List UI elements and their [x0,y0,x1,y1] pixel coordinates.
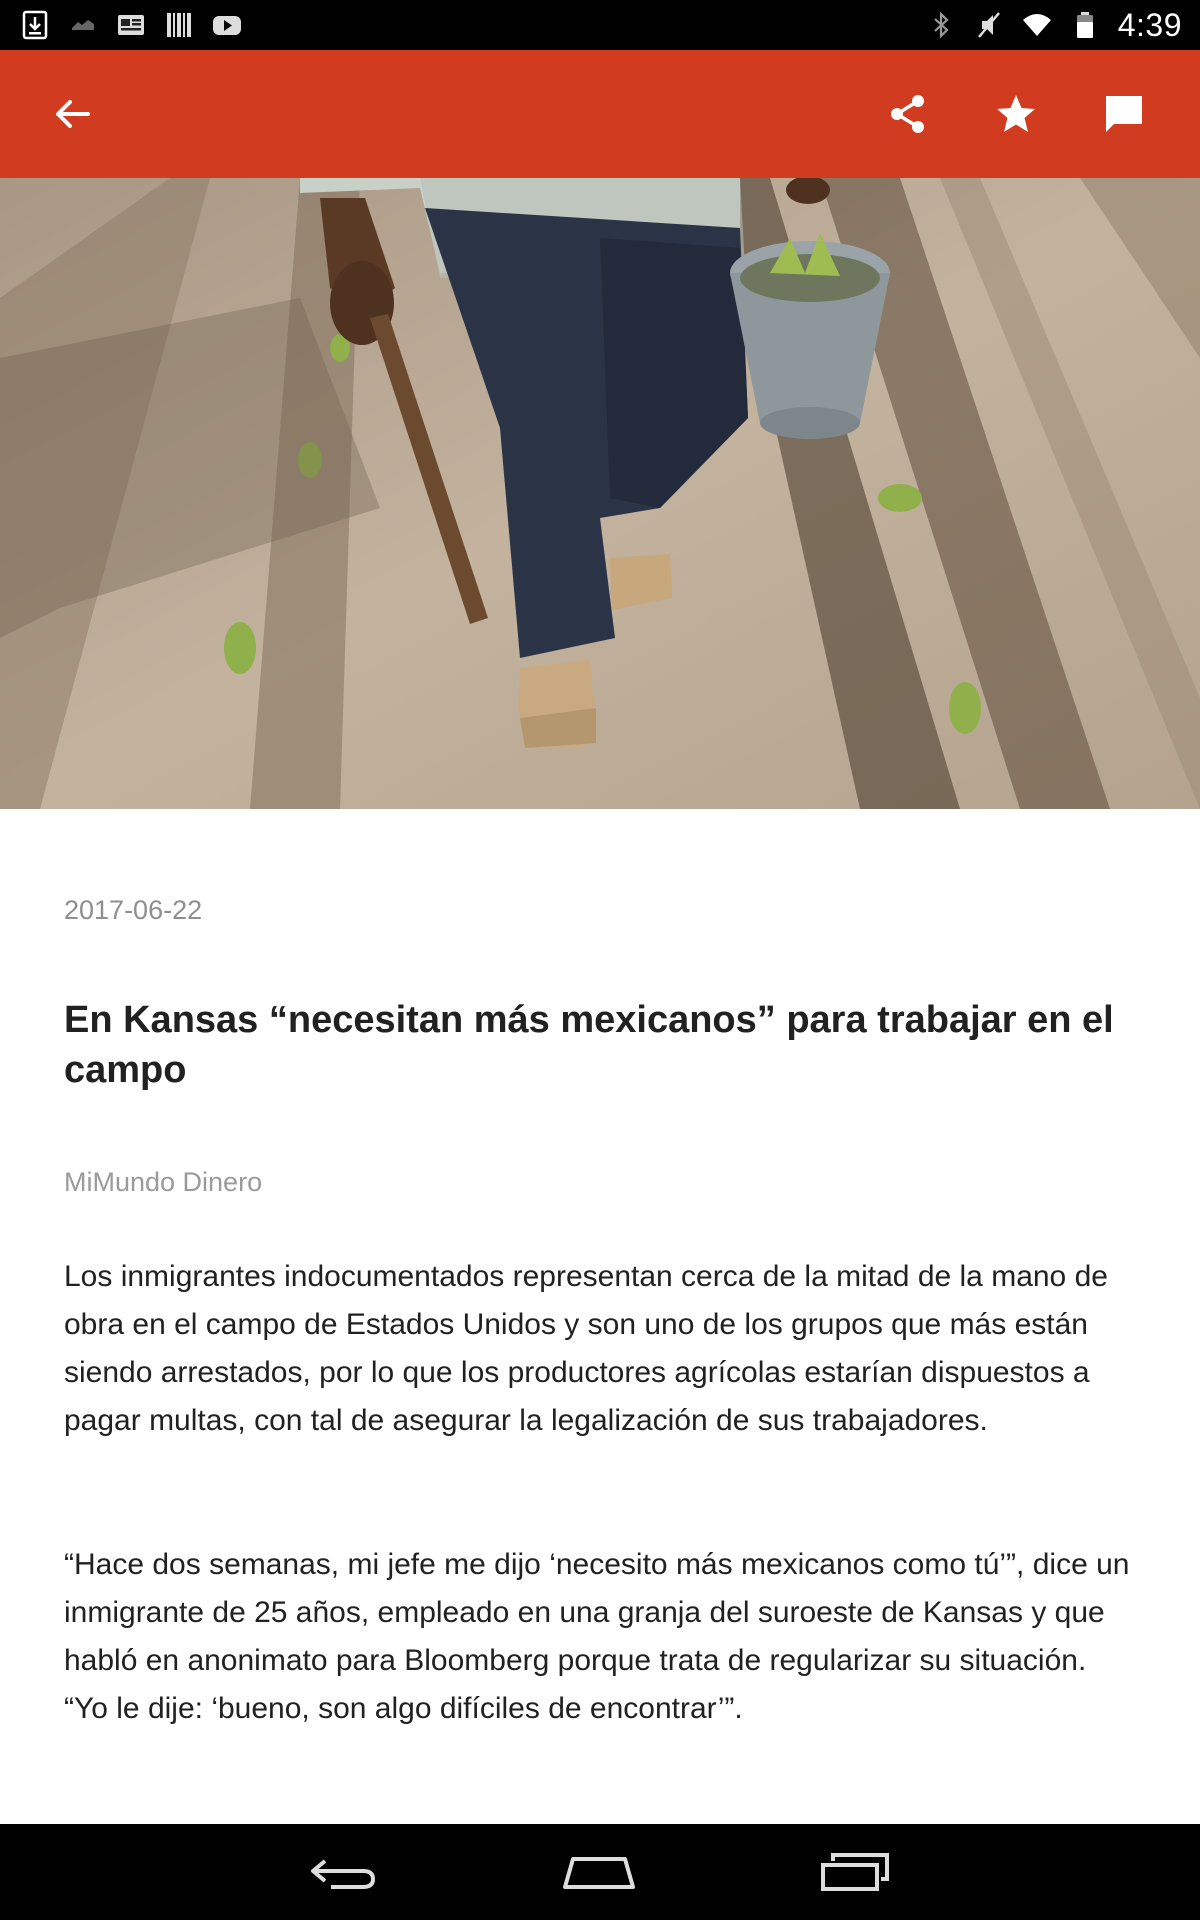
favorite-button[interactable] [968,50,1064,178]
back-arrow-icon [56,100,90,128]
nav-recents-icon [821,1853,889,1891]
status-left-icons [20,8,242,42]
nav-home-icon [563,1857,635,1889]
youtube-icon [212,10,242,40]
share-icon [891,95,924,133]
battery-icon [1070,10,1100,40]
comment-icon [1106,96,1142,132]
article-paragraph: “Hace dos semanas, mi jefe me dijo ‘nece… [64,1548,1130,1725]
nav-bar [0,1824,1200,1920]
bluetooth-icon [926,10,956,40]
article-paragraph: Los inmigrantes indocumentados represent… [64,1260,1108,1437]
barcode-icon [164,10,194,40]
share-button[interactable] [860,50,956,178]
download-icon [20,10,50,40]
mute-icon [974,10,1004,40]
nav-home-button[interactable] [524,1824,674,1920]
article-source: MiMundo Dinero [64,1167,263,1197]
hero-image [0,178,1200,809]
back-button[interactable] [24,50,120,178]
nav-recents-button[interactable] [782,1824,932,1920]
star-icon [997,95,1035,132]
article-date: 2017-06-22 [64,895,203,925]
news-icon [116,10,146,40]
article-title: En Kansas “necesitan más mexicanos” para… [64,999,1114,1091]
app-bar [0,50,1200,178]
status-right-icons: 4:39 [926,6,1182,44]
notification-icon [68,10,98,40]
wifi-icon [1022,10,1052,40]
nav-back-icon [311,1859,375,1889]
nav-back-button[interactable] [268,1824,418,1920]
status-time: 4:39 [1117,6,1182,43]
comment-button[interactable] [1076,50,1172,178]
status-bar: 4:39 [0,0,1200,50]
